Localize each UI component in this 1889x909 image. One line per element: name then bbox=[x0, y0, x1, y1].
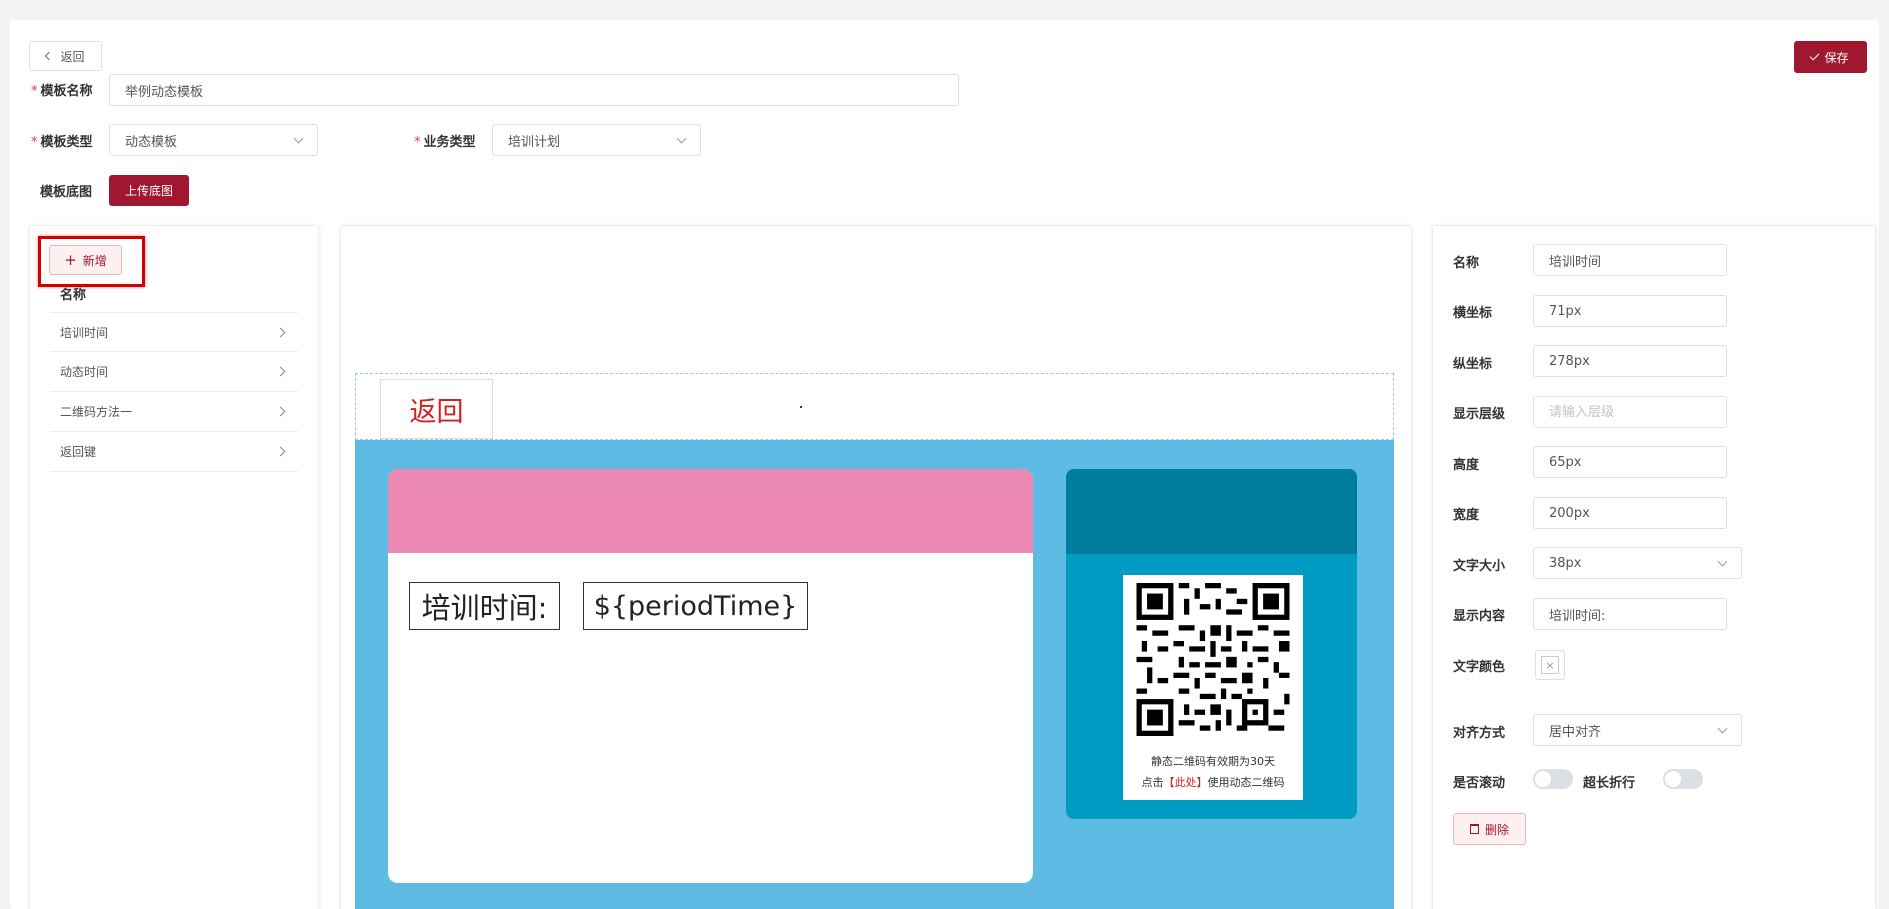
properties-panel: 名称 横坐标 纵坐标 显示层级 高度 宽度 文字大小 38px 显示内容 文字颜… bbox=[1432, 225, 1876, 909]
wrap-toggle[interactable] bbox=[1663, 769, 1703, 789]
qr-dynamic-hint: 点击【此处】使用动态二维码 bbox=[1141, 776, 1285, 789]
list-item[interactable]: 动态时间 bbox=[50, 352, 298, 392]
canvas-dot bbox=[800, 406, 802, 408]
template-name-input[interactable] bbox=[109, 74, 959, 106]
trash-icon bbox=[1469, 824, 1479, 834]
chevron-down-icon bbox=[676, 133, 687, 143]
prop-height-input[interactable] bbox=[1533, 446, 1727, 478]
prop-color-label: 文字颜色 bbox=[1453, 660, 1506, 675]
canvas-panel: 返回 培训时间: ${periodTime} 静态二维码有效期为30天 点击【此… bbox=[340, 225, 1412, 909]
business-type-label: * 业务类型 bbox=[414, 135, 476, 150]
prop-name-label: 名称 bbox=[1453, 256, 1480, 271]
canvas-header-strip bbox=[355, 373, 1394, 440]
template-name-label: * 模板名称 bbox=[31, 84, 93, 99]
prop-align-label: 对齐方式 bbox=[1453, 726, 1506, 741]
business-type-select[interactable]: 培训计划 bbox=[492, 124, 701, 156]
prop-name-input[interactable] bbox=[1533, 244, 1727, 276]
prop-z-label: 显示层级 bbox=[1453, 407, 1506, 422]
qr-panel: 静态二维码有效期为30天 点击【此处】使用动态二维码 bbox=[1066, 469, 1357, 819]
back-button[interactable]: 返回 bbox=[29, 41, 102, 71]
chevron-left-icon bbox=[45, 51, 54, 61]
required-marker: * bbox=[31, 84, 38, 99]
list-item[interactable]: 返回键 bbox=[50, 432, 298, 472]
prop-x-label: 横坐标 bbox=[1453, 306, 1493, 321]
chevron-down-icon bbox=[1717, 723, 1728, 733]
prop-content-input[interactable] bbox=[1533, 598, 1727, 630]
prop-wrap-label: 超长折行 bbox=[1583, 776, 1636, 791]
plus-icon: + bbox=[64, 250, 77, 269]
required-marker: * bbox=[414, 135, 421, 150]
scroll-toggle[interactable] bbox=[1533, 769, 1573, 789]
list-column-header: 名称 bbox=[60, 288, 87, 303]
list-item[interactable]: 培训时间 bbox=[50, 312, 298, 352]
qr-panel-header bbox=[1066, 469, 1357, 554]
prop-x-input[interactable] bbox=[1533, 295, 1727, 327]
prop-font-size-label: 文字大小 bbox=[1453, 559, 1506, 574]
list-item[interactable]: 二维码方法一 bbox=[50, 392, 298, 432]
template-type-label: * 模板类型 bbox=[31, 135, 93, 150]
chevron-right-icon bbox=[275, 406, 286, 417]
prop-font-size-select[interactable]: 38px bbox=[1533, 547, 1742, 579]
color-picker[interactable]: × bbox=[1535, 650, 1565, 680]
save-button[interactable]: 保存 bbox=[1794, 41, 1867, 73]
close-icon: × bbox=[1541, 656, 1559, 674]
content-card-header bbox=[388, 469, 1033, 553]
chevron-down-icon bbox=[1717, 556, 1728, 566]
prop-height-label: 高度 bbox=[1453, 458, 1480, 473]
canvas-back-element[interactable]: 返回 bbox=[380, 379, 493, 439]
prop-width-label: 宽度 bbox=[1453, 508, 1480, 523]
prop-width-input[interactable] bbox=[1533, 497, 1727, 529]
add-element-button[interactable]: + 新增 bbox=[49, 245, 122, 275]
content-card: 培训时间: ${periodTime} bbox=[388, 469, 1033, 883]
element-list-panel: + 新增 名称 培训时间 动态时间 二维码方法一 返回键 bbox=[29, 225, 319, 909]
qr-code-icon[interactable] bbox=[1133, 583, 1293, 736]
upload-base-image-button[interactable]: 上传底图 bbox=[109, 175, 189, 206]
qr-card: 静态二维码有效期为30天 点击【此处】使用动态二维码 bbox=[1123, 575, 1303, 800]
prop-align-select[interactable]: 居中对齐 bbox=[1533, 714, 1742, 746]
delete-button[interactable]: 删除 bbox=[1453, 813, 1526, 845]
prop-y-input[interactable] bbox=[1533, 345, 1727, 377]
check-icon bbox=[1810, 50, 1820, 61]
qr-dynamic-link[interactable]: 【此处】 bbox=[1164, 776, 1208, 789]
prop-z-input[interactable] bbox=[1533, 396, 1727, 428]
required-marker: * bbox=[31, 135, 38, 150]
canvas-field-value-element[interactable]: ${periodTime} bbox=[583, 582, 808, 630]
editor-card: 返回 保存 *模板名称 *模板类型 动态模板 *业务类型 培训计划 模板底图 上… bbox=[10, 20, 1879, 909]
chevron-right-icon bbox=[275, 446, 286, 457]
prop-content-label: 显示内容 bbox=[1453, 609, 1506, 624]
template-type-select[interactable]: 动态模板 bbox=[109, 124, 318, 156]
chevron-right-icon bbox=[275, 366, 286, 377]
chevron-right-icon bbox=[275, 327, 286, 337]
base-image-label: 模板底图 bbox=[40, 185, 93, 200]
chevron-down-icon bbox=[293, 133, 304, 143]
prop-scroll-label: 是否滚动 bbox=[1453, 776, 1506, 791]
canvas-field-label-element[interactable]: 培训时间: bbox=[409, 582, 560, 630]
template-canvas[interactable]: 返回 培训时间: ${periodTime} 静态二维码有效期为30天 点击【此… bbox=[355, 373, 1394, 909]
prop-y-label: 纵坐标 bbox=[1453, 357, 1493, 372]
qr-expiry-text: 静态二维码有效期为30天 bbox=[1151, 755, 1275, 768]
